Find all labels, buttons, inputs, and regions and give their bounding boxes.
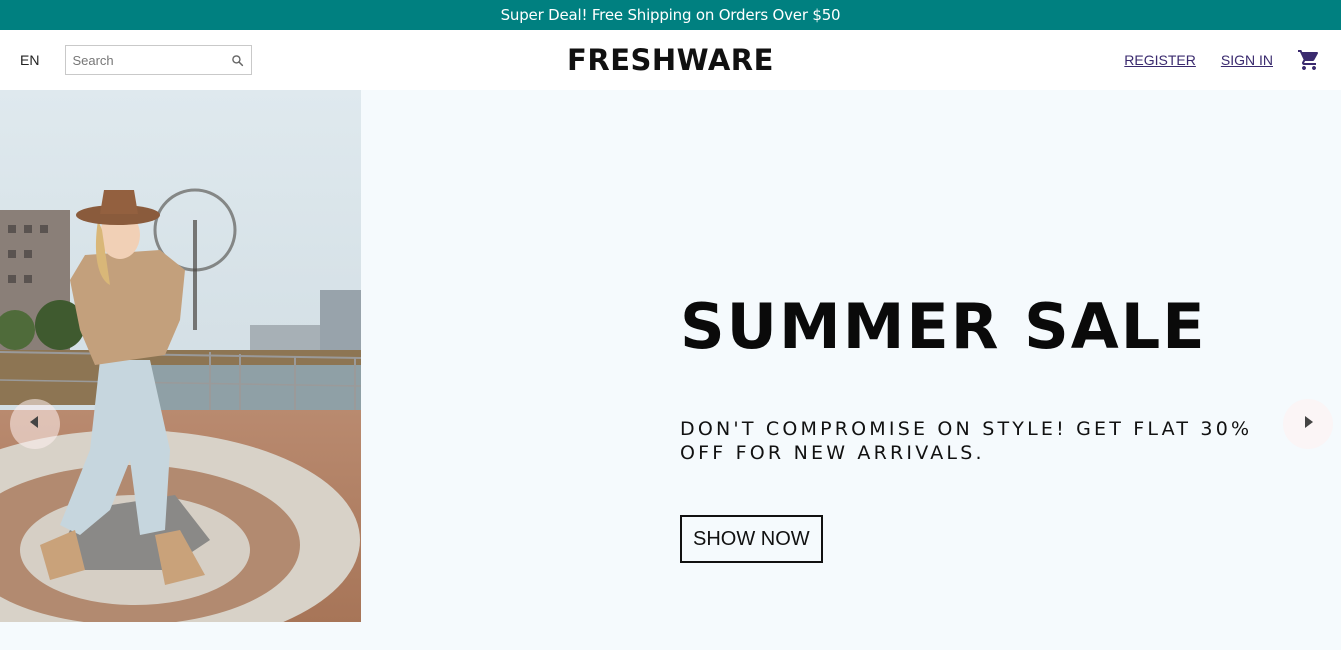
arrow-left-icon	[30, 415, 40, 433]
hero-image	[0, 90, 361, 622]
sign-in-link[interactable]: SIGN IN	[1221, 52, 1273, 68]
search-box	[65, 45, 253, 75]
arrow-right-icon	[1303, 415, 1313, 433]
language-selector[interactable]: EN	[20, 52, 39, 68]
shopping-cart-icon[interactable]	[1297, 48, 1321, 72]
nav-left: EN	[20, 30, 253, 90]
nav-right: REGISTER SIGN IN	[1099, 30, 1321, 90]
slider-prev-button[interactable]	[10, 399, 60, 449]
announcement-text: Super Deal! Free Shipping on Orders Over…	[500, 6, 841, 24]
hero-description: DON'T COMPROMISE ON STYLE! GET FLAT 30% …	[680, 418, 1253, 464]
search-input[interactable]	[72, 52, 230, 68]
hero-slider: SUMMER SALE DON'T COMPROMISE ON STYLE! G…	[0, 90, 1341, 650]
hero-title: SUMMER SALE	[680, 290, 1207, 363]
announcement-bar: Super Deal! Free Shipping on Orders Over…	[0, 0, 1341, 30]
navbar: EN FRESHWARE REGISTER SIGN IN	[0, 30, 1341, 90]
show-now-button[interactable]: SHOW NOW	[680, 515, 823, 563]
search-icon[interactable]	[229, 52, 245, 68]
register-link[interactable]: REGISTER	[1124, 52, 1196, 68]
slider-next-button[interactable]	[1283, 399, 1333, 449]
